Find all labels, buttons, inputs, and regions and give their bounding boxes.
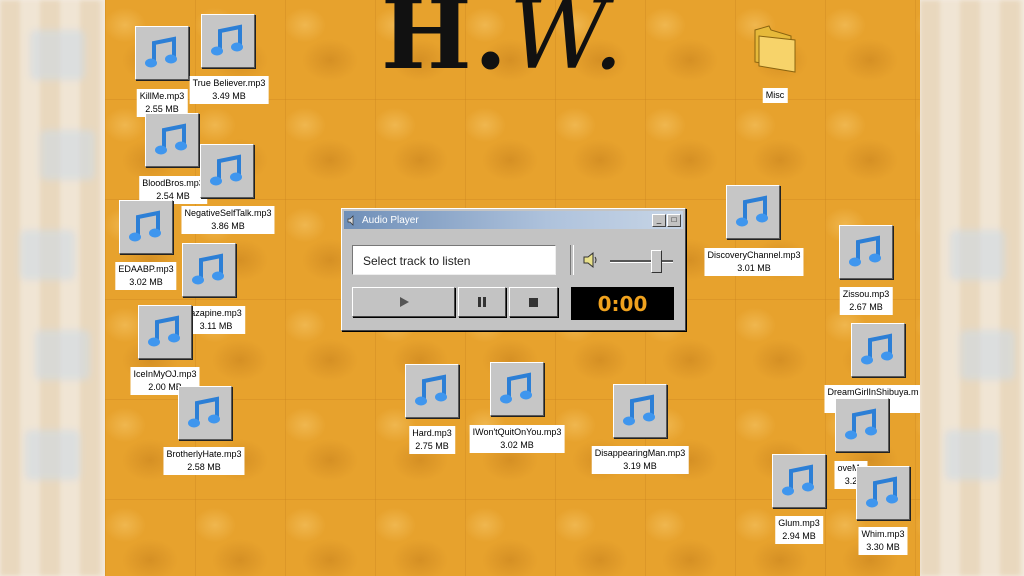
file-label: IWon'tQuitOnYou.mp3 3.02 MB — [469, 425, 565, 453]
folder-label: Misc — [762, 88, 788, 103]
play-button[interactable] — [352, 287, 455, 317]
music-note-icon — [772, 454, 826, 508]
pause-icon — [478, 297, 486, 307]
divider — [570, 245, 574, 275]
maximize-button[interactable]: □ — [667, 213, 681, 227]
time-display: 0:00 — [571, 287, 674, 320]
window-titlebar[interactable]: Audio Player _ □ — [344, 211, 683, 229]
file-label: EDAABP.mp3 3.02 MB — [115, 262, 177, 290]
track-display: Select track to listen — [352, 245, 556, 275]
window-title: Audio Player — [362, 214, 419, 226]
music-note-icon — [200, 144, 254, 198]
pause-button[interactable] — [458, 287, 506, 317]
volume-slider-track[interactable] — [610, 260, 673, 263]
file-label: DisappearingMan.mp3 3.19 MB — [591, 446, 689, 474]
volume-icon — [583, 251, 597, 269]
music-note-icon — [613, 384, 667, 438]
music-note-icon — [405, 364, 459, 418]
play-icon — [399, 297, 409, 307]
music-note-icon — [138, 305, 192, 359]
volume-slider-thumb[interactable] — [651, 250, 662, 273]
music-note-icon — [490, 362, 544, 416]
music-note-icon — [201, 14, 255, 68]
speaker-icon — [347, 214, 354, 226]
stop-button[interactable] — [509, 287, 558, 317]
file-label: NegativeSelfTalk.mp3 3.86 MB — [181, 206, 275, 234]
file-label: True Believer.mp3 3.49 MB — [189, 76, 269, 104]
music-note-icon — [145, 113, 199, 167]
minimize-button[interactable]: _ — [652, 213, 666, 227]
music-note-icon — [182, 243, 236, 297]
blurred-right-margin — [920, 0, 1024, 576]
audio-player-window[interactable]: Audio Player _ □ Select track to listen … — [341, 208, 686, 331]
music-note-icon — [851, 323, 905, 377]
folder-icon — [754, 25, 796, 73]
file-label: DiscoveryChannel.mp3 3.01 MB — [704, 248, 804, 276]
file-label: BrotherlyHate.mp3 2.58 MB — [163, 447, 245, 475]
music-note-icon — [119, 200, 173, 254]
music-note-icon — [835, 398, 889, 452]
stop-icon — [529, 297, 538, 307]
music-note-icon — [856, 466, 910, 520]
music-note-icon — [839, 225, 893, 279]
file-label: azapine.mp3 3.11 MB — [187, 306, 245, 334]
file-label: Hard.mp3 2.75 MB — [409, 426, 455, 454]
music-note-icon — [726, 185, 780, 239]
desktop: H.W. KillMe.mp3 2.55 MB True Believer.mp3… — [105, 0, 920, 576]
music-note-icon — [135, 26, 189, 80]
logo-text: H.W. — [381, 0, 626, 91]
blurred-left-margin — [0, 0, 105, 576]
file-label: Whim.mp3 3.30 MB — [858, 527, 908, 555]
file-label: Glum.mp3 2.94 MB — [775, 516, 823, 544]
music-note-icon — [178, 386, 232, 440]
file-label: Zissou.mp3 2.67 MB — [839, 287, 893, 315]
